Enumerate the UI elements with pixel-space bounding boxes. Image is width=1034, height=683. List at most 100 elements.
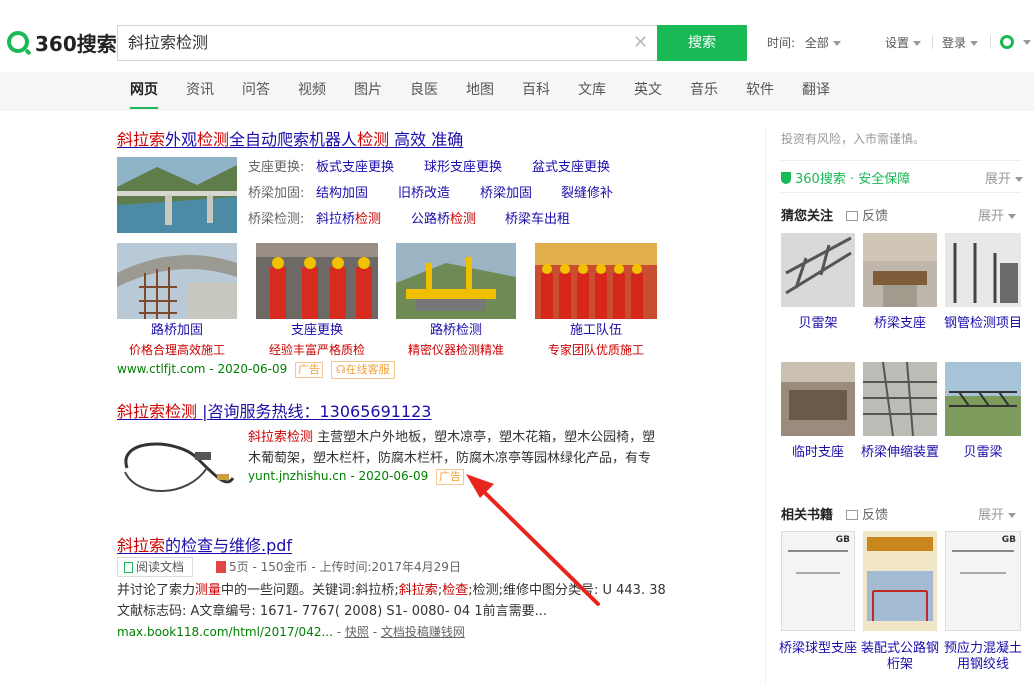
360-logo-icon[interactable] [1000, 35, 1014, 49]
sublink-label: 桥梁检测: [248, 212, 305, 227]
snippet-text: 并讨论了索力 [117, 583, 196, 598]
read-document-button[interactable]: 阅读文档 [117, 557, 194, 577]
tile-image-construction-team[interactable] [535, 243, 657, 319]
login-menu[interactable]: 登录 [942, 34, 979, 51]
book-line [960, 572, 1006, 574]
sublink-row: 支座更换: 板式支座更换 球形支座更换 盆式支座更换 [248, 157, 610, 179]
chevron-down-icon [1015, 177, 1024, 182]
guess-label[interactable]: 贝雷架 [778, 316, 858, 332]
book-label[interactable]: 预应力混凝土用钢绞线 [943, 641, 1023, 673]
expand-button[interactable]: 展开 [985, 168, 1024, 187]
tile-image-bridge-repair[interactable] [117, 243, 237, 319]
time-filter[interactable]: 时间: 全部 [767, 34, 841, 51]
guess-label[interactable]: 桥梁伸缩装置 [860, 445, 940, 461]
guess-label[interactable]: 钢管检测项目 [943, 316, 1023, 332]
sublink[interactable]: 板式支座更换 [316, 157, 394, 179]
guess-thumb[interactable] [945, 362, 1021, 436]
tile-image-bridge-inspection[interactable] [396, 243, 516, 319]
tile-title[interactable]: 支座更换 [256, 319, 378, 338]
sublink[interactable]: 桥梁车出租 [505, 209, 570, 231]
result-url[interactable]: www.ctlfjt.com [117, 362, 206, 376]
tab-english[interactable]: 英文 [634, 72, 662, 109]
guess-thumb[interactable] [863, 362, 937, 436]
time-value: 全部 [804, 36, 829, 50]
tab-music[interactable]: 音乐 [690, 72, 718, 109]
guess-thumb[interactable] [945, 233, 1021, 307]
tab-bar: 网页 资讯 问答 视频 图片 良医 地图 百科 文库 英文 音乐 软件 翻译 [0, 72, 1034, 110]
login-label: 登录 [942, 36, 967, 50]
doc-meta-text: 5页 - 150金币 - 上传时间:2017年4月29日 [229, 560, 461, 574]
tab-images[interactable]: 图片 [354, 72, 382, 109]
result-title[interactable]: 斜拉索检测 |咨询服务热线：13065691123 [117, 398, 431, 422]
book-cover[interactable]: GB [781, 531, 855, 631]
sublink-label: 桥梁加固: [248, 186, 305, 201]
search-input[interactable] [128, 26, 618, 60]
book-cover[interactable]: GB [945, 531, 1021, 631]
pdf-icon [216, 561, 226, 573]
tab-translate[interactable]: 翻译 [802, 72, 830, 109]
close-icon[interactable]: ✕ [633, 34, 648, 52]
tab-video[interactable]: 视频 [298, 72, 326, 109]
chevron-down-icon [1008, 214, 1017, 219]
earn-link[interactable]: 文档投稿赚钱网 [381, 625, 465, 639]
guess-thumb[interactable] [781, 233, 855, 307]
tab-baike[interactable]: 百科 [522, 72, 550, 109]
logo-icon [7, 31, 29, 53]
snippet-text: ;检测;维修中图分类号: U 443. 38 [468, 583, 666, 598]
snapshot-link[interactable]: 快照 [345, 625, 369, 639]
result-title[interactable]: 斜拉索外观检测全自动爬索机器人检测 高效 准确 [117, 126, 463, 150]
expand-label: 展开 [978, 209, 1005, 224]
feedback-button[interactable]: 反馈 [846, 504, 888, 523]
sublink[interactable]: 球形支座更换 [424, 157, 502, 179]
divider [781, 192, 1021, 193]
expand-button[interactable]: 展开 [978, 504, 1017, 523]
sublink[interactable]: 裂缝修补 [561, 183, 613, 205]
guess-thumb[interactable] [863, 233, 937, 307]
tab-news[interactable]: 资讯 [186, 72, 214, 109]
result-title[interactable]: 斜拉索的检查与维修.pdf [117, 532, 292, 556]
tile-image-bearing-replacement[interactable] [256, 243, 378, 319]
sublink[interactable]: 旧桥改造 [398, 183, 450, 205]
sublink[interactable]: 斜拉桥检测 [316, 209, 381, 231]
tile-title[interactable]: 施工队伍 [535, 319, 657, 338]
tab-map[interactable]: 地图 [466, 72, 494, 109]
tile-title[interactable]: 路桥检测 [395, 319, 517, 338]
search-button[interactable]: 搜索 [657, 25, 747, 61]
cable-thumbnail[interactable] [117, 428, 237, 504]
sublink[interactable]: 结构加固 [316, 183, 368, 205]
sublink-label: 支座更换: [248, 160, 305, 175]
result-url[interactable]: max.book118.com/html/2017/042... [117, 625, 333, 639]
chevron-down-icon[interactable] [1023, 40, 1031, 45]
guess-label[interactable]: 贝雷梁 [943, 445, 1023, 461]
book-label[interactable]: 装配式公路钢桁架 [860, 641, 940, 673]
guess-label[interactable]: 临时支座 [778, 445, 858, 461]
snippet-highlight: 斜拉索检测 [248, 430, 314, 445]
guess-thumb[interactable] [781, 362, 855, 436]
result-url[interactable]: yunt.jnzhishu.cn [248, 469, 347, 483]
feedback-button[interactable]: 反馈 [846, 205, 888, 224]
snippet-highlight: 检查 [442, 583, 469, 598]
sublink-row: 桥梁检测: 斜拉桥检测 公路桥检测 桥梁车出租 [248, 209, 570, 231]
investment-notice: 投资有风险，入市需谨慎。 [781, 132, 926, 146]
snippet-highlight: 测量 [195, 583, 222, 598]
online-service-button[interactable]: ☊在线客服 [330, 361, 395, 379]
tab-doctor[interactable]: 良医 [410, 72, 438, 109]
logo[interactable]: 360搜索 [7, 28, 117, 56]
safety-badge[interactable]: 360搜索 · 安全保障 [781, 168, 910, 187]
sublink[interactable]: 盆式支座更换 [532, 157, 610, 179]
tab-qa[interactable]: 问答 [242, 72, 270, 109]
tab-software[interactable]: 软件 [746, 72, 774, 109]
feedback-icon [846, 211, 858, 221]
settings-menu[interactable]: 设置 [885, 34, 922, 51]
book-cover[interactable] [863, 531, 937, 631]
tile-title[interactable]: 路桥加固 [116, 319, 238, 338]
tab-web[interactable]: 网页 [130, 72, 158, 109]
expand-button[interactable]: 展开 [978, 205, 1017, 224]
tab-wenku[interactable]: 文库 [578, 72, 606, 109]
chevron-down-icon [970, 41, 979, 46]
book-label[interactable]: 桥梁球型支座 [778, 641, 858, 657]
bridge-thumbnail[interactable] [117, 157, 237, 233]
sublink[interactable]: 桥梁加固 [480, 183, 532, 205]
sublink[interactable]: 公路桥检测 [411, 209, 476, 231]
guess-label[interactable]: 桥梁支座 [860, 316, 940, 332]
